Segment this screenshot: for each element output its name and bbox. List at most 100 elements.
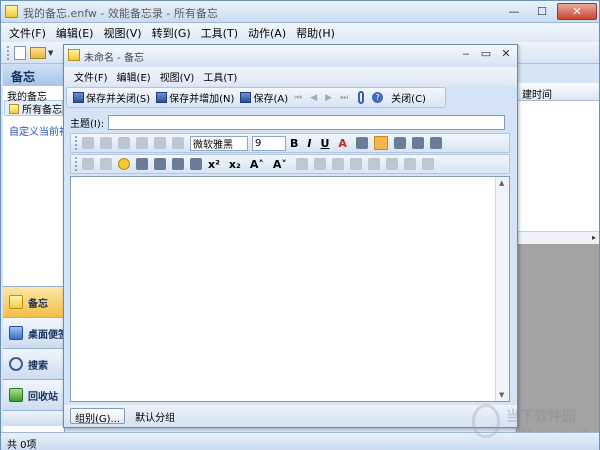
note-titlebar: 未命名 - 备忘 ‒ ▭ ✕ (64, 45, 517, 65)
nav-sticky-label: 桌面便签 (28, 329, 65, 341)
undo-icon[interactable] (82, 137, 94, 149)
align-center-icon[interactable] (393, 137, 406, 149)
delete-row-icon[interactable] (385, 158, 398, 170)
highlight-icon[interactable] (355, 137, 368, 149)
open-folder-icon[interactable] (30, 46, 46, 59)
insert-row-icon[interactable] (349, 158, 362, 170)
watermark-sub: www.downxia.com (514, 426, 589, 435)
subject-input[interactable] (108, 115, 506, 130)
print-icon[interactable] (82, 158, 94, 170)
shrink-font-button[interactable]: A˅ (273, 158, 287, 171)
note-icon (9, 103, 19, 114)
cell-props-icon[interactable] (331, 158, 344, 170)
format-toolbar-2: x² x₂ A˄ A˅ (70, 154, 510, 174)
scroll-down-icon[interactable]: ▼ (499, 391, 504, 399)
toolbar-grip[interactable] (7, 45, 10, 60)
customize-view-link[interactable]: 自定义当前视 (3, 116, 64, 138)
save-add-button[interactable]: 保存并增加(N) (169, 90, 234, 105)
menu-goto[interactable]: 转到(G) (152, 25, 191, 41)
tree-root[interactable]: 我的备忘 (3, 86, 64, 103)
note-minimize-button[interactable]: ‒ (459, 47, 473, 62)
merge-cells-icon[interactable] (421, 158, 434, 170)
font-name-select[interactable]: 微软雅黑 (190, 135, 248, 151)
copy-icon[interactable] (136, 137, 148, 149)
maximize-button[interactable]: ☐ (529, 3, 555, 20)
delete-icon[interactable] (172, 137, 184, 149)
note-maximize-button[interactable]: ▭ (479, 47, 493, 62)
justify-icon[interactable] (429, 137, 442, 149)
note-icon (9, 295, 23, 309)
note-toolbar: 保存并关闭(S) 保存并增加(N) 保存(A) ⏮ ◀ ▶ ⏭ ? 关闭(C) (66, 87, 446, 108)
emoticon-icon[interactable] (118, 158, 130, 170)
paste-icon[interactable] (154, 137, 166, 149)
insert-column-icon[interactable] (367, 158, 380, 170)
last-record-icon[interactable]: ⏭ (340, 93, 348, 103)
note-menu-file[interactable]: 文件(F) (74, 69, 108, 84)
font-size-select[interactable]: 9 (252, 135, 286, 151)
note-dialog: 未命名 - 备忘 ‒ ▭ ✕ 文件(F) 编辑(E) 视图(V) 工具(T) 保… (63, 44, 518, 428)
note-menu-view[interactable]: 视图(V) (160, 69, 195, 84)
numbered-list-icon[interactable] (154, 158, 166, 170)
note-close-button[interactable]: ✕ (499, 47, 513, 62)
redo-icon[interactable] (100, 137, 112, 149)
pane-header: 备忘 (3, 64, 64, 86)
note-icon (68, 49, 80, 61)
note-editor[interactable]: ▲ ▼ (70, 176, 510, 402)
subject-label: 主题(I): (70, 119, 105, 130)
menu-tools[interactable]: 工具(T) (201, 25, 238, 41)
save-add-icon (156, 92, 168, 103)
toolbar-grip[interactable] (75, 136, 78, 150)
italic-button[interactable]: I (307, 137, 311, 150)
nav-search-button[interactable]: 搜索 (3, 348, 65, 379)
cut-icon[interactable] (118, 137, 130, 149)
save-button[interactable]: 保存(A) (253, 90, 288, 105)
align-left-icon[interactable] (373, 136, 388, 150)
scroll-right-icon[interactable]: ▸ (592, 233, 596, 242)
vertical-scrollbar[interactable]: ▲ ▼ (495, 177, 509, 401)
next-record-icon[interactable]: ▶ (325, 93, 332, 103)
underline-button[interactable]: U (320, 137, 329, 150)
note-menu-tools[interactable]: 工具(T) (203, 69, 237, 84)
save-icon (240, 92, 252, 103)
menu-action[interactable]: 动作(A) (248, 25, 286, 41)
group-button[interactable]: 组别(G)... (70, 408, 126, 425)
bold-button[interactable]: B (290, 137, 298, 150)
superscript-button[interactable]: x² (208, 158, 220, 171)
nav-sticky-button[interactable]: 桌面便签 (3, 317, 65, 348)
column-header-created[interactable]: 建时间 (517, 83, 599, 101)
chevron-down-icon[interactable]: ▼ (48, 49, 53, 57)
subject-row: 主题(I): (70, 115, 506, 130)
save-close-button[interactable]: 保存并关闭(S) (86, 90, 150, 105)
help-icon[interactable]: ? (372, 92, 384, 103)
menu-edit[interactable]: 编辑(E) (56, 25, 94, 41)
nav-recycle-label: 回收站 (28, 391, 58, 403)
new-document-icon[interactable] (14, 45, 26, 60)
first-record-icon[interactable]: ⏮ (294, 93, 302, 103)
menu-file[interactable]: 文件(F) (9, 25, 46, 41)
insert-table-icon[interactable] (295, 158, 308, 170)
toolbar-grip[interactable] (75, 157, 78, 171)
close-note-button[interactable]: 关闭(C) (391, 90, 426, 105)
scroll-up-icon[interactable]: ▲ (499, 179, 504, 187)
horizontal-scrollbar[interactable]: ▸ (516, 231, 599, 244)
align-right-icon[interactable] (411, 137, 424, 149)
close-button[interactable]: ✕ (557, 3, 597, 20)
table-props-icon[interactable] (313, 158, 326, 170)
subscript-button[interactable]: x₂ (229, 158, 241, 171)
text-color-button[interactable]: A (338, 137, 347, 150)
note-menu-edit[interactable]: 编辑(E) (117, 69, 151, 84)
find-icon[interactable] (100, 158, 112, 170)
outdent-icon[interactable] (172, 158, 184, 170)
minimize-button[interactable]: — (501, 3, 527, 20)
menu-view[interactable]: 视图(V) (103, 25, 141, 41)
indent-icon[interactable] (190, 158, 202, 170)
nav-notes-button[interactable]: 备忘 (3, 286, 65, 317)
delete-column-icon[interactable] (403, 158, 416, 170)
grow-font-button[interactable]: A˄ (250, 158, 264, 171)
watermark-logo: 当下软件园 www.downxia.com (470, 402, 600, 442)
bullet-list-icon[interactable] (136, 158, 148, 170)
prev-record-icon[interactable]: ◀ (310, 93, 317, 103)
nav-recycle-button[interactable]: 回收站 (3, 379, 65, 410)
menu-help[interactable]: 帮助(H) (296, 25, 335, 41)
attachment-icon[interactable] (358, 91, 365, 104)
